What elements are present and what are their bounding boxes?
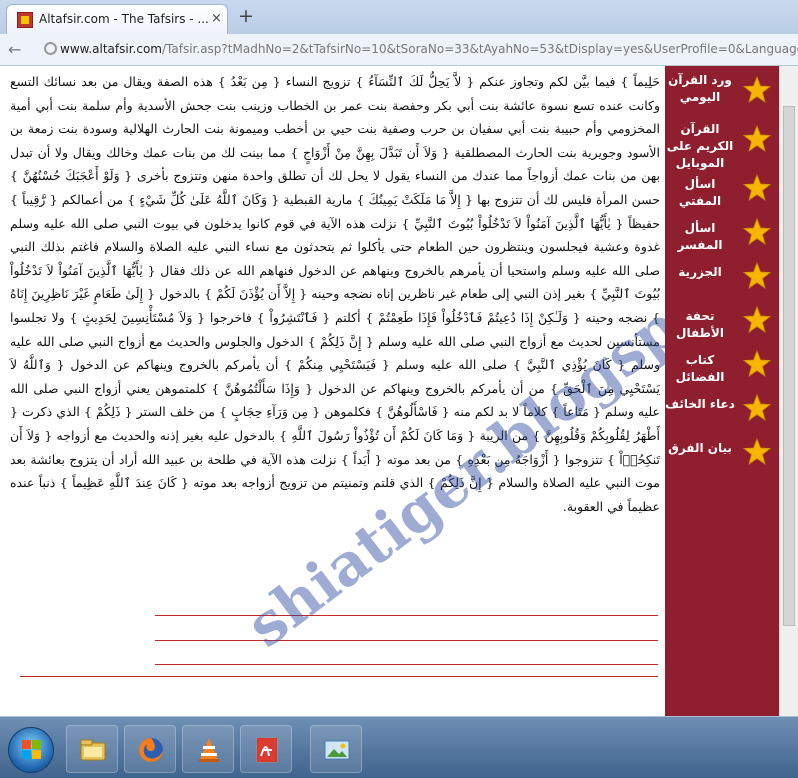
star-icon <box>743 438 771 465</box>
taskbar-explorer-button[interactable] <box>66 725 118 773</box>
start-button[interactable] <box>8 727 54 773</box>
vertical-scrollbar[interactable] <box>779 66 798 716</box>
tab-close-icon[interactable]: × <box>211 11 222 26</box>
sidebar-item-label: اسأل المفسر <box>677 221 723 252</box>
sidebar: ورد القرآن اليومي القرآن الكريم على الموب… <box>665 66 779 716</box>
sidebar-item[interactable]: كتاب الفضائل <box>665 346 779 390</box>
taskbar <box>0 716 798 778</box>
taskbar-vlc-button[interactable] <box>182 725 234 773</box>
scrollbar-thumb[interactable] <box>783 106 795 626</box>
star-icon <box>743 174 771 201</box>
star-icon <box>743 262 771 289</box>
sidebar-item-label: بيان الفرق <box>668 441 732 455</box>
sidebar-item-label: تحفة الأطفال <box>676 309 724 340</box>
star-icon <box>743 394 771 421</box>
url-field[interactable]: www.altafsir.com/Tafsir.asp?tMadhNo=2&tT… <box>34 39 798 61</box>
sidebar-item[interactable]: تحفة الأطفال <box>665 302 779 346</box>
sidebar-item[interactable]: القرآن الكريم على الموبايل <box>665 121 779 170</box>
highlight-underline <box>155 664 658 665</box>
star-icon <box>743 125 771 152</box>
taskbar-firefox-button[interactable] <box>124 725 176 773</box>
browser-tab[interactable]: Altafsir.com - The Tafsirs - ... × <box>6 4 228 34</box>
sidebar-item-label: ورد القرآن اليومي <box>668 73 732 104</box>
sidebar-item-label: دعاء الخائف <box>665 397 735 411</box>
page-content: حَلِيماً } فيما بيَّن لكم وتجاوز عنكم { … <box>0 66 798 716</box>
taskbar-pdf-button[interactable] <box>240 725 292 773</box>
site-favicon-icon <box>17 12 33 28</box>
globe-icon <box>44 42 57 55</box>
sidebar-item-label: القرآن الكريم على الموبايل <box>666 122 734 170</box>
sidebar-item-label: كتاب الفضائل <box>675 353 725 384</box>
vlc-icon <box>199 738 219 762</box>
sidebar-item[interactable]: الجزرية <box>665 258 779 302</box>
tab-title: Altafsir.com - The Tafsirs - ... <box>39 12 209 26</box>
sidebar-item[interactable]: اسأل المفسر <box>665 214 779 258</box>
windows-explorer-icon <box>80 739 106 761</box>
star-icon <box>743 218 771 245</box>
sidebar-item-label: اسأل المفتي <box>678 177 722 208</box>
url-text: www.altafsir.com/Tafsir.asp?tMadhNo=2&tT… <box>60 42 798 56</box>
sidebar-item[interactable]: ورد القرآن اليومي <box>665 72 779 116</box>
photo-viewer-icon <box>324 740 350 760</box>
url-path: /Tafsir.asp?tMadhNo=2&tTafsirNo=10&tSora… <box>162 42 798 56</box>
star-icon <box>743 306 771 333</box>
sidebar-item[interactable]: دعاء الخائف <box>665 390 779 434</box>
star-icon <box>743 76 771 103</box>
pdf-reader-icon <box>256 737 278 763</box>
back-arrow-icon[interactable]: ← <box>8 40 21 59</box>
taskbar-photo-viewer-button[interactable] <box>310 725 362 773</box>
windows-logo-icon <box>22 740 42 760</box>
new-tab-button[interactable]: + <box>238 6 254 26</box>
highlight-underline <box>20 676 658 677</box>
address-bar: ← www.altafsir.com/Tafsir.asp?tMadhNo=2&… <box>0 34 798 66</box>
firefox-icon <box>139 738 163 762</box>
browser-tab-strip: Altafsir.com - The Tafsirs - ... × + <box>0 0 798 34</box>
highlight-underline <box>155 615 658 616</box>
sidebar-item-label: الجزرية <box>678 265 722 279</box>
url-domain: www.altafsir.com <box>60 42 162 56</box>
star-icon <box>743 350 771 377</box>
highlight-underline <box>155 640 658 641</box>
sidebar-item[interactable]: بيان الفرق <box>665 434 779 478</box>
tafsir-text: حَلِيماً } فيما بيَّن لكم وتجاوز عنكم { … <box>10 74 660 514</box>
sidebar-item[interactable]: اسأل المفتي <box>665 170 779 214</box>
